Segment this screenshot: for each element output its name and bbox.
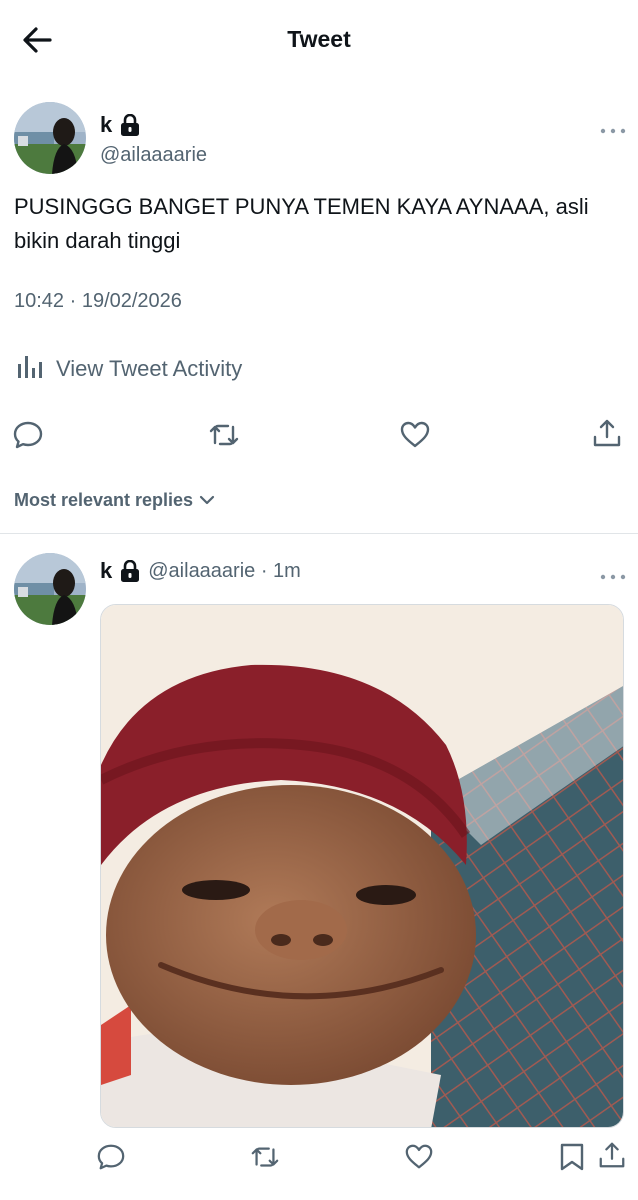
reply-header: k @ailaaaarie · 1m <box>100 558 301 584</box>
reply-media-image[interactable] <box>100 604 624 1128</box>
view-tweet-activity-label: View Tweet Activity <box>56 355 243 381</box>
chevron-down-icon <box>199 490 215 511</box>
avatar[interactable] <box>14 102 86 174</box>
like-icon[interactable] <box>404 1142 434 1172</box>
top-bar: Tweet <box>0 0 638 80</box>
tweet-text: PUSINGGG BANGET PUNYA TEMEN KAYA AYNAAA,… <box>14 194 589 253</box>
lock-icon <box>120 559 140 582</box>
retweet-icon[interactable] <box>208 419 240 451</box>
author-name-row: k <box>100 112 140 138</box>
reply-author-name[interactable]: k <box>100 558 112 584</box>
share-icon[interactable] <box>597 1140 627 1170</box>
author-handle[interactable]: @ailaaaarie <box>100 144 207 167</box>
reply-handle-time[interactable]: @ailaaaarie · 1m <box>148 560 301 583</box>
view-tweet-activity-link[interactable]: View Tweet Activity <box>16 352 242 385</box>
reply-avatar[interactable] <box>14 553 86 625</box>
bookmark-icon[interactable] <box>558 1142 586 1172</box>
lock-icon <box>120 113 140 136</box>
reply-icon[interactable] <box>96 1142 126 1172</box>
replies-sort-dropdown[interactable]: Most relevant replies <box>14 490 215 511</box>
share-icon[interactable] <box>591 417 623 449</box>
replies-sort-label: Most relevant replies <box>14 490 194 510</box>
author-name[interactable]: k <box>100 112 112 138</box>
bar-chart-icon <box>16 352 44 385</box>
reply-icon[interactable] <box>12 419 44 451</box>
more-options-icon[interactable] <box>600 568 626 580</box>
retweet-icon[interactable] <box>250 1142 280 1172</box>
divider <box>0 533 638 534</box>
more-options-icon[interactable] <box>600 122 626 134</box>
like-icon[interactable] <box>399 419 431 451</box>
page-title: Tweet <box>287 26 351 52</box>
tweet-timestamp[interactable]: 10:42 · 19/02/2026 <box>14 290 182 313</box>
